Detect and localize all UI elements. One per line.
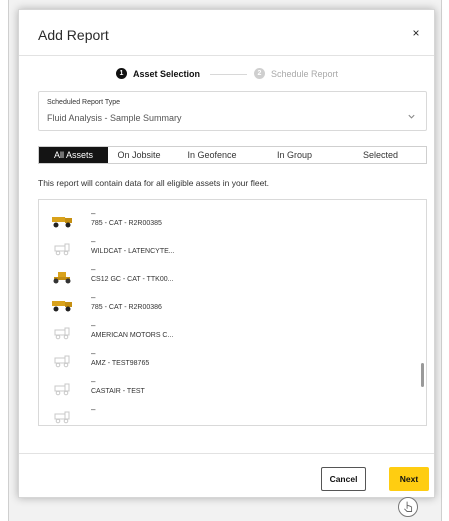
step-number: 2	[254, 68, 265, 79]
step-connector	[210, 74, 247, 75]
generic-machine-icon	[54, 411, 70, 424]
step-asset-selection: 1 Asset Selection	[116, 68, 200, 79]
asset-name: 785 - CAT - R2R00385	[91, 220, 162, 227]
asset-name: AMERICAN MOTORS C...	[91, 332, 174, 339]
tab-on-jobsite[interactable]: On Jobsite	[108, 147, 170, 163]
asset-list-scrollbar[interactable]	[421, 363, 424, 387]
asset-name: 785 - CAT - R2R00386	[91, 304, 162, 311]
click-indicator	[398, 497, 418, 517]
list-item[interactable]: – 785 - CAT - R2R00386	[39, 291, 411, 319]
asset-serial: –	[91, 265, 96, 274]
generic-machine-icon	[54, 355, 70, 368]
tab-in-group[interactable]: In Group	[254, 147, 335, 163]
stepper: 1 Asset Selection 2 Schedule Report	[19, 68, 434, 82]
step-label: Asset Selection	[133, 68, 201, 79]
asset-serial: –	[91, 209, 96, 218]
report-type-caption: Scheduled Report Type	[47, 99, 121, 106]
asset-serial: –	[91, 377, 96, 386]
asset-name: WILDCAT - LATENCYTE...	[91, 248, 175, 255]
asset-serial: –	[91, 237, 96, 246]
asset-name: CS12 GC - CAT - TTK00...	[91, 276, 174, 283]
list-item[interactable]: – AMZ - TEST98765	[39, 347, 411, 375]
list-item[interactable]: – CS12 GC - CAT - TTK00...	[39, 263, 411, 291]
dialog-title: Add Report	[38, 27, 109, 43]
haul-truck-icon	[52, 301, 72, 312]
list-item[interactable]: – 785 - CAT - R2R00385	[39, 207, 411, 235]
step-schedule-report: 2 Schedule Report	[254, 68, 338, 79]
asset-serial: –	[91, 293, 96, 302]
tab-all-assets[interactable]: All Assets	[39, 147, 108, 163]
header-divider	[19, 55, 434, 56]
asset-serial: –	[91, 349, 96, 358]
report-description: This report will contain data for all el…	[38, 178, 270, 188]
tab-selected[interactable]: Selected	[335, 147, 426, 163]
generic-machine-icon	[54, 327, 70, 340]
chevron-down-icon	[408, 114, 415, 119]
cancel-button[interactable]: Cancel	[321, 467, 366, 491]
generic-machine-icon	[54, 383, 70, 396]
haul-truck-icon	[52, 217, 72, 228]
list-item[interactable]: – AMERICAN MOTORS C...	[39, 319, 411, 347]
report-type-value: Fluid Analysis - Sample Summary	[47, 113, 182, 123]
asset-serial: –	[91, 405, 96, 414]
add-report-dialog: Add Report × 1 Asset Selection 2 Schedul…	[18, 9, 435, 498]
generic-machine-icon	[54, 243, 70, 256]
asset-filter-tabs: All Assets On Jobsite In Geofence In Gro…	[38, 146, 427, 164]
report-type-select[interactable]: Scheduled Report Type Fluid Analysis - S…	[38, 91, 427, 131]
list-item[interactable]: – WILDCAT - LATENCYTE...	[39, 235, 411, 263]
list-item[interactable]: –	[39, 403, 411, 425]
hand-pointer-icon	[404, 501, 413, 512]
asset-name: AMZ - TEST98765	[91, 360, 150, 367]
tab-in-geofence[interactable]: In Geofence	[170, 147, 254, 163]
next-button[interactable]: Next	[389, 467, 429, 491]
roller-icon	[53, 272, 71, 284]
asset-name: CASTAIR - TEST	[91, 388, 145, 395]
asset-serial: –	[91, 321, 96, 330]
asset-list[interactable]: – 785 - CAT - R2R00385 – WILDCAT - LATEN…	[38, 199, 427, 426]
list-item[interactable]: – CASTAIR - TEST	[39, 375, 411, 403]
step-number: 1	[116, 68, 127, 79]
close-icon[interactable]: ×	[409, 26, 423, 40]
footer-divider	[19, 453, 434, 454]
step-label: Schedule Report	[271, 68, 339, 79]
